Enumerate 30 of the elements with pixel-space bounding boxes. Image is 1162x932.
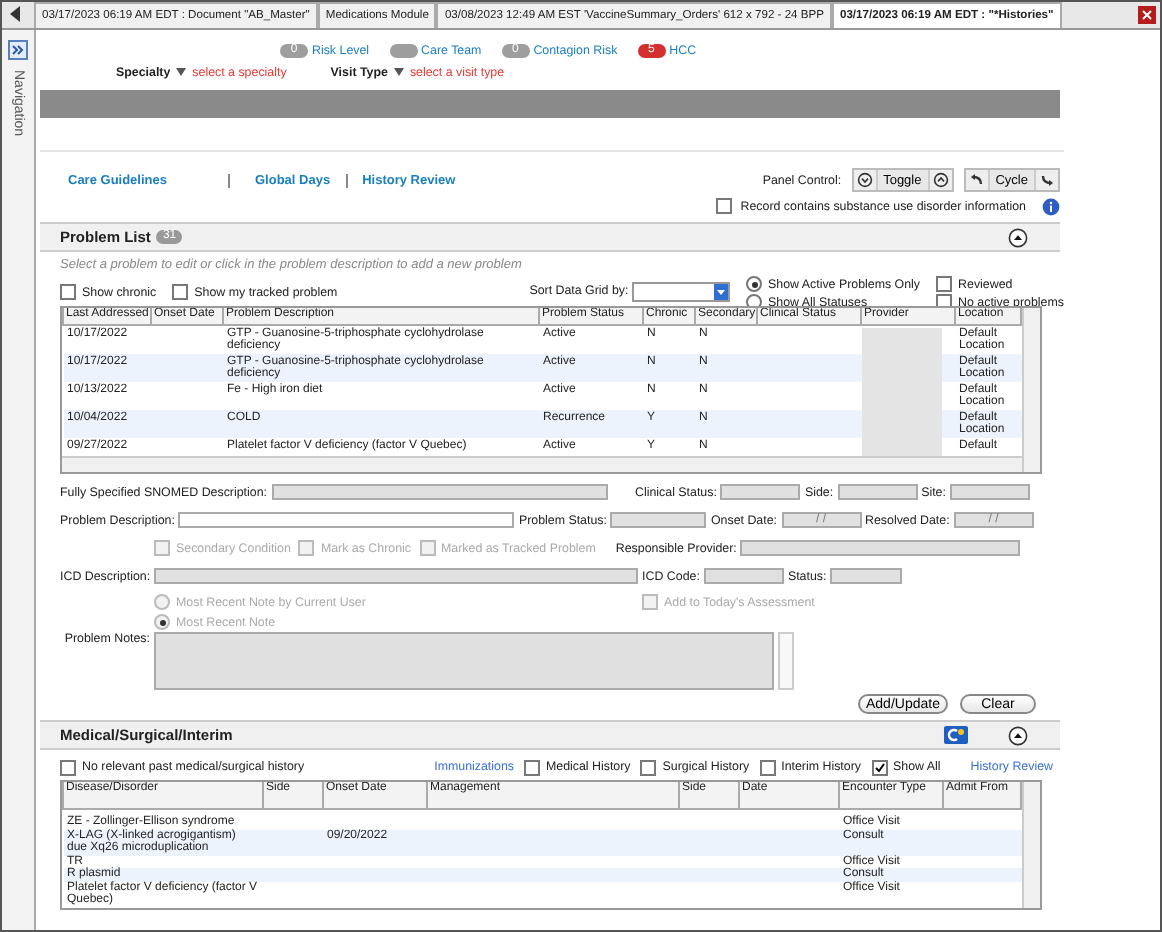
scroll-left-icon[interactable]: [10, 6, 22, 22]
expand-all-icon[interactable]: [929, 170, 952, 190]
caret-icon[interactable]: [176, 68, 187, 76]
horizontal-scrollbar[interactable]: [62, 456, 1022, 472]
collapse-icon[interactable]: [1008, 725, 1028, 745]
checkbox[interactable]: [716, 198, 733, 214]
close-icon[interactable]: [1138, 6, 1156, 24]
checkbox[interactable]: [871, 759, 887, 775]
checkbox[interactable]: [60, 759, 76, 775]
info-icon[interactable]: [1042, 197, 1060, 215]
checkbox[interactable]: [936, 276, 953, 292]
vertical-scrollbar[interactable]: [1022, 782, 1040, 907]
checkbox[interactable]: [172, 284, 189, 300]
app-icon[interactable]: [944, 726, 968, 744]
redo-icon[interactable]: [1036, 170, 1058, 190]
vertical-scrollbar[interactable]: [1022, 308, 1040, 472]
radio-button[interactable]: [746, 276, 763, 292]
caret-icon[interactable]: [393, 68, 404, 76]
collapse-all-icon[interactable]: [853, 170, 876, 190]
expand-icon[interactable]: [8, 40, 28, 60]
checkbox[interactable]: [60, 284, 76, 300]
redacted-block: [862, 328, 942, 456]
checkbox[interactable]: [759, 759, 776, 775]
checkbox[interactable]: [640, 759, 657, 775]
input-field[interactable]: [178, 512, 515, 528]
checkbox[interactable]: [523, 759, 540, 775]
collapse-icon[interactable]: [1008, 227, 1028, 247]
dropdown-arrow-icon[interactable]: [714, 284, 729, 300]
sort-dropdown[interactable]: [632, 282, 731, 302]
vertical-scrollbar[interactable]: [778, 632, 794, 690]
